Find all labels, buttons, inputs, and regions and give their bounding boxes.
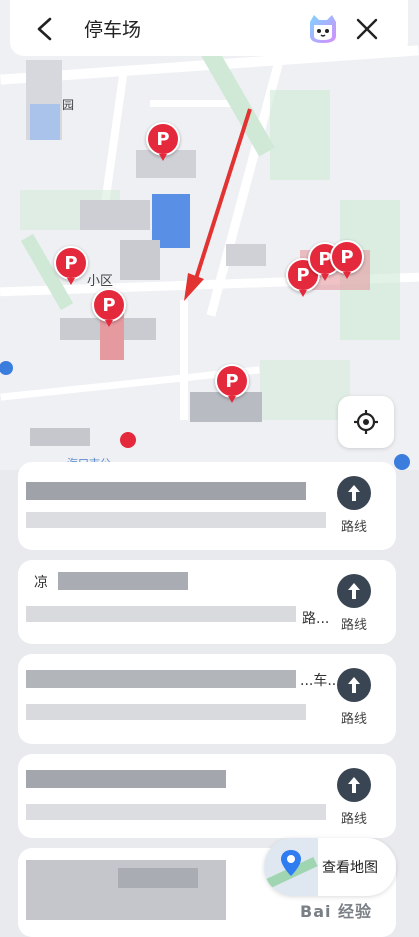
search-bar: 停车场 — [10, 0, 408, 56]
parking-pin-icon[interactable]: P — [92, 288, 126, 327]
parking-pin-icon[interactable]: P — [215, 364, 249, 403]
route-label: 路线 — [340, 520, 367, 535]
route-arrow-icon — [348, 677, 360, 693]
route-button[interactable]: 路线 — [324, 574, 384, 640]
view-map-button[interactable]: 查看地图 — [264, 838, 396, 896]
search-input[interactable]: 停车场 — [84, 15, 141, 42]
poi-icon — [394, 454, 410, 470]
route-label: 路线 — [340, 618, 367, 633]
route-button[interactable]: 路线 — [324, 476, 384, 542]
poi-icon — [120, 432, 136, 448]
cat-mascot-icon — [310, 15, 336, 43]
poi-icon — [0, 361, 13, 375]
parking-pin-icon[interactable]: P — [54, 246, 88, 285]
parking-pin-icon[interactable]: P — [146, 122, 180, 161]
route-arrow-icon — [348, 583, 360, 599]
map-view[interactable]: 园 小区 海口市公 P P P P P P P — [0, 0, 419, 470]
route-arrow-icon — [348, 485, 360, 501]
annotation-arrow-icon — [184, 108, 252, 301]
back-button[interactable] — [28, 12, 62, 46]
result-card[interactable]: 凉 路... 路线 — [18, 560, 396, 644]
route-label: 路线 — [340, 712, 367, 727]
watermark: Bai 经验 — [300, 902, 373, 921]
map-label: 小区 — [87, 274, 114, 289]
chevron-left-icon — [37, 17, 52, 41]
route-button[interactable]: 路线 — [324, 668, 384, 734]
map-label: 园 — [62, 98, 75, 112]
map-pin-icon — [264, 838, 318, 896]
result-card[interactable]: 路线 — [18, 754, 396, 838]
crosshair-icon — [354, 410, 378, 434]
result-card[interactable]: 路线 — [18, 462, 396, 550]
route-label: 路线 — [340, 812, 367, 827]
locate-button[interactable] — [338, 396, 394, 448]
assistant-button[interactable] — [306, 12, 340, 46]
result-card[interactable]: ...车... 路线 — [18, 654, 396, 744]
parking-pin-icon[interactable]: P — [330, 240, 364, 279]
result-title-fragment: 凉 — [34, 575, 48, 591]
close-icon — [356, 18, 378, 40]
close-button[interactable] — [350, 12, 384, 46]
route-arrow-icon — [348, 777, 360, 793]
view-map-label: 查看地图 — [322, 860, 378, 876]
route-button[interactable]: 路线 — [324, 768, 384, 834]
